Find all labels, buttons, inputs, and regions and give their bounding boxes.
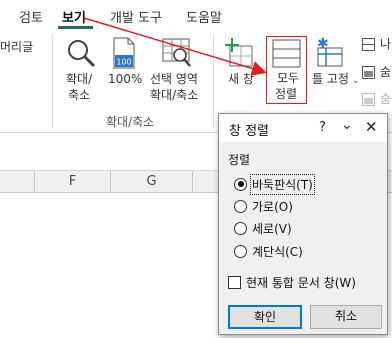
radio-vertical[interactable]: 세로(V) xyxy=(234,219,292,237)
chevron-down-icon[interactable]: ⌄ xyxy=(341,117,353,133)
active-workbook-checkbox-row[interactable]: 현재 통합 문서 창(W) xyxy=(228,273,356,291)
radio-horizontal-label: 가로(O) xyxy=(252,199,293,214)
active-workbook-label: 현재 통합 문서 창(W) xyxy=(246,275,356,290)
active-workbook-checkbox[interactable] xyxy=(228,275,241,289)
dialog-title: 창 정렬 xyxy=(229,124,270,139)
radio-cascade[interactable]: 계단식(C) xyxy=(234,242,303,260)
radio-vertical-label: 세로(V) xyxy=(252,221,292,236)
radio-cascade-label: 계단식(C) xyxy=(252,244,303,259)
radio-tiled[interactable]: 바둑판식(T) xyxy=(234,173,315,195)
column-header-g[interactable]: G xyxy=(111,171,193,193)
radio-tiled-label: 바둑판식(T) xyxy=(250,173,315,195)
radio-horizontal-button[interactable] xyxy=(234,199,247,213)
arrange-section-label: 정렬 xyxy=(228,153,251,167)
ok-button[interactable]: 확인 xyxy=(228,305,302,329)
radio-tiled-button[interactable] xyxy=(234,177,247,191)
radio-cascade-button[interactable] xyxy=(234,244,247,258)
arrange-windows-dialog: 창 정렬 ? ⌄ ✕ 정렬 바둑판식(T) 가로(O) 세로(V) 계단식(C)… xyxy=(218,113,388,335)
radio-horizontal[interactable]: 가로(O) xyxy=(234,197,293,215)
radio-vertical-button[interactable] xyxy=(234,221,247,235)
column-header-f[interactable]: F xyxy=(35,171,111,193)
column-header[interactable] xyxy=(0,171,35,193)
help-icon[interactable]: ? xyxy=(319,120,326,135)
close-icon[interactable]: ✕ xyxy=(365,118,378,136)
cancel-button[interactable]: 취소 xyxy=(310,305,382,329)
dialog-titlebar[interactable]: 창 정렬 ? ⌄ ✕ xyxy=(219,114,387,142)
